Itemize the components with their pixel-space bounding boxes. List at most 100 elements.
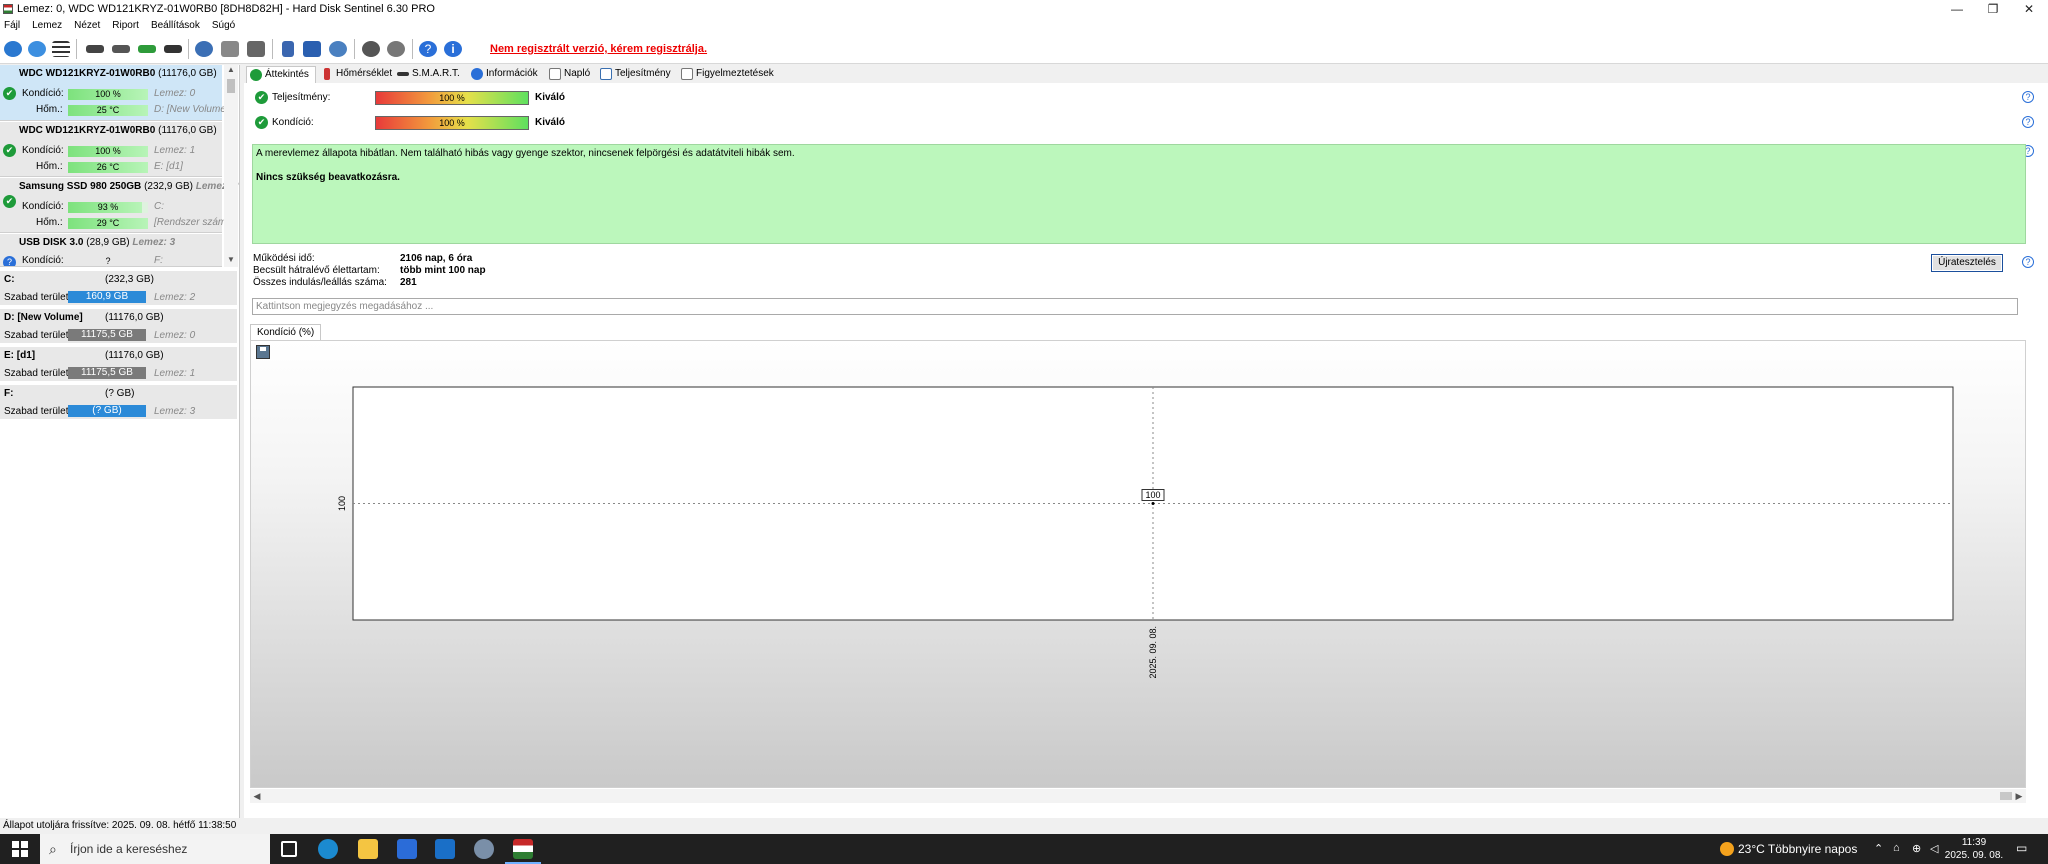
store-icon[interactable] xyxy=(397,839,417,859)
settings-icon[interactable] xyxy=(360,38,382,60)
performance-bar: 100 % xyxy=(375,91,529,105)
network-icon[interactable]: ⌂ xyxy=(1893,842,1900,854)
volume-name: D: [New Volume] xyxy=(4,312,83,323)
volume-item[interactable]: D: [New Volume] (11176,0 GB) Szabad terü… xyxy=(0,309,237,345)
toolbar: ? i Nem regisztrált verzió, kérem regisz… xyxy=(0,34,2048,64)
menu-bar: Fájl Lemez Nézet Riport Beállítások Súgó xyxy=(0,17,2048,34)
notification-icon[interactable]: ▭ xyxy=(2016,841,2027,855)
taskbar-search-input[interactable]: ⌕ Írjon ide a kereséshez xyxy=(40,834,270,864)
volume-item[interactable]: E: [d1] (11176,0 GB) Szabad terület 1117… xyxy=(0,347,237,383)
help-icon[interactable]: ? xyxy=(2022,91,2034,103)
volume-name: E: [d1] xyxy=(4,350,36,361)
clock[interactable]: 11:39 2025. 09. 08. xyxy=(1944,836,2004,862)
close-button[interactable]: ✕ xyxy=(2011,0,2047,17)
outlook-icon[interactable] xyxy=(435,839,455,859)
volume-ref: F: xyxy=(154,255,163,266)
web-icon[interactable] xyxy=(327,38,349,60)
list-icon[interactable] xyxy=(50,38,72,60)
clipboard-icon[interactable] xyxy=(277,38,299,60)
volume-disk-ref: Lemez: 0 xyxy=(154,330,196,341)
menu-view[interactable]: Nézet xyxy=(74,20,100,31)
refresh-icon[interactable] xyxy=(2,38,24,60)
disk-test2-icon[interactable] xyxy=(110,38,132,60)
temp-label: Hőm.: xyxy=(36,161,63,172)
volume-disk-ref: Lemez: 2 xyxy=(154,292,196,303)
volume-ref: E: [d1] xyxy=(154,161,183,172)
smart-icon xyxy=(397,72,409,76)
note-input[interactable]: Kattintson megjegyzés megadásához ... xyxy=(252,298,2018,315)
hard-disk-sentinel-icon[interactable] xyxy=(513,839,533,859)
help-icon[interactable]: ? xyxy=(2022,256,2034,268)
volume-icon[interactable]: ◁ xyxy=(1930,842,1938,855)
register-link[interactable]: Nem regisztrált verzió, kérem regisztrál… xyxy=(490,43,707,55)
chart-scrollbar[interactable]: ◀ ▶ xyxy=(250,789,2026,803)
y-tick-label: 100 xyxy=(337,496,347,511)
disk-remove-icon[interactable] xyxy=(162,38,184,60)
menu-report[interactable]: Riport xyxy=(112,20,139,31)
tab-performance[interactable]: Teljesítmény xyxy=(597,66,671,83)
file-explorer-icon[interactable] xyxy=(358,839,378,859)
menu-settings[interactable]: Beállítások xyxy=(151,20,200,31)
volume-capacity: (11176,0 GB) xyxy=(105,350,164,361)
window-title: Lemez: 0, WDC WD121KRYZ-01W0RB0 [8DH8D82… xyxy=(17,2,435,15)
volume-ref: C: xyxy=(154,201,164,212)
printer-icon[interactable] xyxy=(219,38,241,60)
disk-ok-icon[interactable] xyxy=(136,38,158,60)
disk-report-icon[interactable] xyxy=(193,38,215,60)
globe-icon[interactable]: ⊕ xyxy=(1912,842,1921,855)
scroll-left-icon[interactable]: ◀ xyxy=(250,789,264,803)
tab-smart[interactable]: S.M.A.R.T. xyxy=(394,66,460,83)
condition-bar: 100 % xyxy=(68,89,148,100)
weather-icon xyxy=(1720,842,1734,856)
refresh-all-icon[interactable] xyxy=(26,38,48,60)
disk-test-icon[interactable] xyxy=(84,38,106,60)
disk-item[interactable]: WDC WD121KRYZ-01W0RB0 (11176,0 GB) ✔ Kon… xyxy=(0,122,222,177)
task-view-icon[interactable] xyxy=(281,841,297,857)
action-text: Nincs szükség beavatkozásra. xyxy=(256,172,400,183)
scroll-up-icon[interactable]: ▲ xyxy=(224,65,238,77)
tab-overview[interactable]: Áttekintés xyxy=(246,66,316,83)
retest-button[interactable]: Újratesztelés xyxy=(1931,254,2003,272)
menu-help[interactable]: Súgó xyxy=(212,20,235,31)
tab-log[interactable]: Napló xyxy=(546,66,590,83)
menu-file[interactable]: Fájl xyxy=(4,20,20,31)
tab-temperature[interactable]: Hőmérséklet xyxy=(318,66,392,83)
app-icon[interactable] xyxy=(474,839,494,859)
settings2-icon[interactable] xyxy=(385,38,407,60)
temp-bar: 29 °C xyxy=(68,218,148,229)
status-text: A merevlemez állapota hibátlan. Nem talá… xyxy=(256,148,795,159)
free-space-bar: 11175,5 GB xyxy=(68,367,146,379)
chart-tab-condition[interactable]: Kondíció (%) xyxy=(250,324,322,340)
disk-list-scrollbar[interactable]: ▲ ▼ xyxy=(224,65,238,267)
maximize-button[interactable]: ❐ xyxy=(1975,0,2011,17)
windows-start-icon[interactable] xyxy=(12,841,28,857)
volume-item[interactable]: F: (? GB) Szabad terület (? GB) Lemez: 3 xyxy=(0,385,237,421)
search-icon: ⌕ xyxy=(49,841,57,857)
printer2-icon[interactable] xyxy=(245,38,267,60)
chart-svg: 100 2025. 09. 08. 100 xyxy=(337,386,1954,679)
tab-alerts[interactable]: Figyelmeztetések xyxy=(678,66,774,83)
minimize-button[interactable]: — xyxy=(1939,0,1975,17)
volume-item[interactable]: C: (232,3 GB) Szabad terület 160,9 GB Le… xyxy=(0,271,237,307)
condition-label: Kondíció: xyxy=(22,255,64,266)
email-icon[interactable] xyxy=(301,38,323,60)
volume-ref-2: [Rendszer számá xyxy=(154,217,232,228)
help-icon[interactable]: ? xyxy=(2022,116,2034,128)
info-icon[interactable]: i xyxy=(442,38,464,60)
edge-icon[interactable] xyxy=(318,839,338,859)
ok-check-icon: ✔ xyxy=(255,91,268,104)
tray-chevron-icon[interactable]: ⌃ xyxy=(1874,842,1883,855)
free-space-bar: 11175,5 GB xyxy=(68,329,146,341)
tab-information[interactable]: Információk xyxy=(468,66,538,83)
menu-disk[interactable]: Lemez xyxy=(32,20,62,31)
condition-chart: 100 2025. 09. 08. 100 xyxy=(250,340,2026,788)
weather-text[interactable]: 23°C Többnyire napos xyxy=(1738,842,1857,856)
temp-label: Hőm.: xyxy=(36,217,63,228)
help-icon[interactable]: ? xyxy=(417,38,439,60)
free-space-label: Szabad terület xyxy=(4,292,69,303)
disk-item[interactable]: Samsung SSD 980 250GB (232,9 GB) Lemez: … xyxy=(0,178,239,233)
scroll-right-icon[interactable]: ▶ xyxy=(2012,789,2026,803)
disk-item[interactable]: WDC WD121KRYZ-01W0RB0 (11176,0 GB) ✔ Kon… xyxy=(0,65,229,121)
scroll-down-icon[interactable]: ▼ xyxy=(224,255,238,267)
disk-item[interactable]: USB DISK 3.0 (28,9 GB) Lemez: 3 ? Kondíc… xyxy=(0,234,222,267)
